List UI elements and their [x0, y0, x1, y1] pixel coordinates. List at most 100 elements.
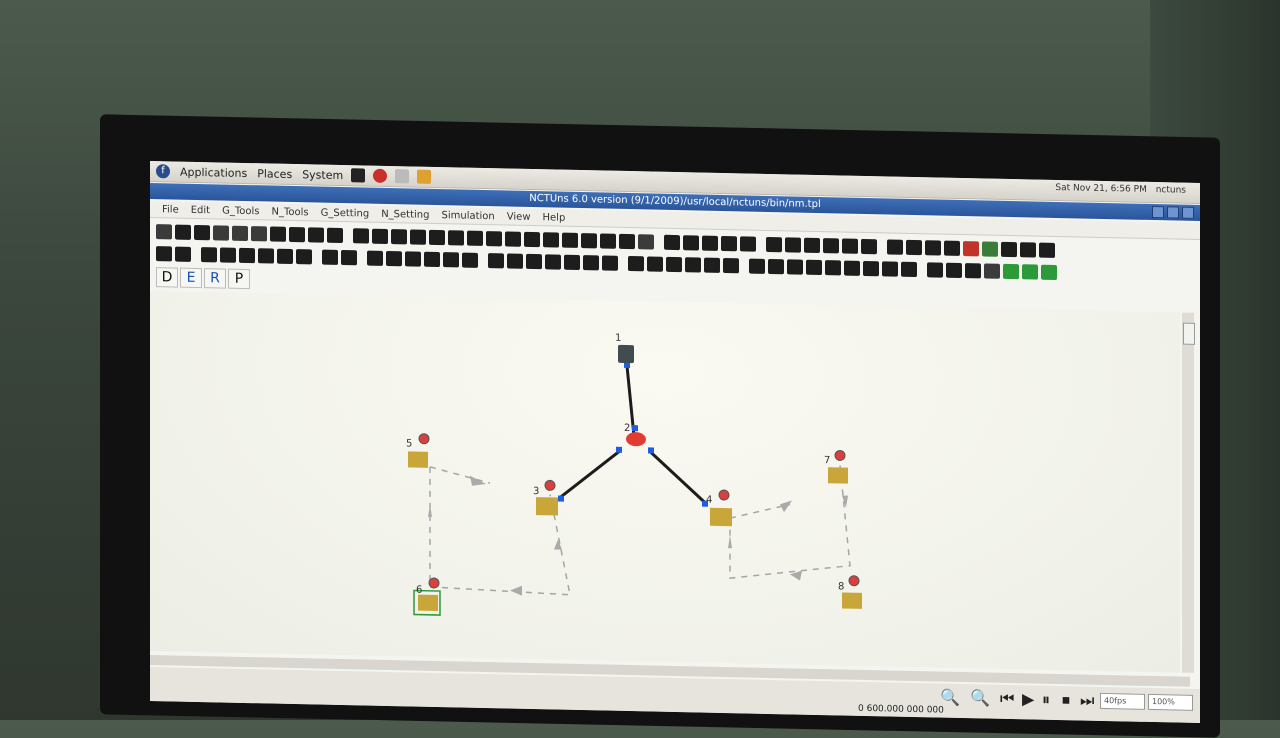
- zoom-field[interactable]: 100%: [1148, 693, 1193, 711]
- menu-file[interactable]: File: [162, 204, 179, 215]
- zoom-out-icon[interactable]: 🔍: [970, 688, 990, 707]
- device-v-icon[interactable]: [583, 254, 599, 270]
- gprs-tool-icon[interactable]: [410, 228, 426, 245]
- router-tool-icon[interactable]: [308, 226, 324, 243]
- device-w-icon[interactable]: [602, 254, 618, 271]
- gw-tool-icon[interactable]: [600, 232, 616, 249]
- device-d-icon[interactable]: [220, 246, 236, 263]
- close-icon[interactable]: [1182, 206, 1194, 219]
- device-l-icon[interactable]: [386, 250, 402, 266]
- device-t-icon[interactable]: [545, 253, 561, 270]
- wlan-tool-icon[interactable]: [353, 227, 369, 244]
- device-c-icon[interactable]: [201, 246, 217, 262]
- menu-g-setting[interactable]: G_Setting: [321, 207, 370, 219]
- device-af-icon[interactable]: [787, 258, 803, 275]
- device-b-icon[interactable]: [175, 246, 191, 262]
- optical-tool-icon[interactable]: [429, 229, 445, 245]
- group-n-icon[interactable]: [925, 239, 941, 256]
- menu-n-tools[interactable]: N_Tools: [272, 206, 309, 218]
- link-tool-icon[interactable]: [251, 225, 267, 241]
- device-aa-icon[interactable]: [685, 256, 701, 273]
- speed-field[interactable]: 40fps: [1100, 692, 1145, 710]
- node-3-ap[interactable]: 3: [533, 479, 558, 516]
- switch-tool-icon[interactable]: [327, 227, 343, 243]
- vehicle-tool-icon[interactable]: [505, 230, 521, 247]
- node-1-host[interactable]: 1: [615, 333, 634, 364]
- zoom-fit-icon[interactable]: [1041, 264, 1057, 280]
- device-f-icon[interactable]: [258, 247, 274, 264]
- places-menu[interactable]: Places: [257, 167, 292, 181]
- device-p-icon[interactable]: [462, 252, 478, 268]
- group-a-icon[interactable]: [664, 234, 680, 250]
- vertical-scroll-thumb[interactable]: [1183, 322, 1195, 345]
- satellite-tool-icon[interactable]: [467, 230, 483, 246]
- link-2-4[interactable]: [648, 450, 707, 504]
- hub-tool-icon[interactable]: [270, 226, 286, 242]
- skip-forward-icon[interactable]: ⏭: [1080, 690, 1094, 710]
- obstacle-tool-icon[interactable]: [619, 233, 635, 249]
- device-ao-icon[interactable]: [965, 262, 981, 278]
- menu-edit[interactable]: Edit: [191, 204, 210, 215]
- device-k-icon[interactable]: [367, 250, 383, 266]
- device-ag-icon[interactable]: [806, 259, 822, 275]
- device-g-icon[interactable]: [277, 248, 293, 264]
- menu-g-tools[interactable]: G_Tools: [222, 205, 259, 217]
- mail-launcher-icon[interactable]: [395, 169, 410, 184]
- menu-view[interactable]: View: [507, 211, 531, 222]
- mobile-tool-icon[interactable]: [391, 228, 407, 244]
- applications-menu[interactable]: Applications: [180, 165, 247, 179]
- mode-draw-button[interactable]: D: [156, 267, 178, 288]
- group-q-icon[interactable]: [1020, 241, 1036, 258]
- menu-help[interactable]: Help: [543, 212, 566, 223]
- device-ah-icon[interactable]: [825, 259, 841, 275]
- device-o-icon[interactable]: [443, 251, 459, 267]
- group-j-icon[interactable]: [842, 237, 858, 254]
- zoom-in-icon[interactable]: [1003, 263, 1019, 279]
- device-j-icon[interactable]: [341, 249, 357, 265]
- topology-canvas[interactable]: 1 2 3 4 5 6 7 8: [150, 291, 1180, 673]
- group-r-icon[interactable]: [1039, 242, 1055, 258]
- device-aj-icon[interactable]: [863, 260, 879, 276]
- plus-tool-icon[interactable]: [638, 233, 654, 250]
- node-8-mobile[interactable]: 8: [838, 575, 862, 609]
- device-x-icon[interactable]: [628, 255, 644, 271]
- group-d-icon[interactable]: [721, 235, 737, 251]
- wimax-tool-icon[interactable]: [448, 229, 464, 246]
- vertical-scrollbar[interactable]: [1182, 312, 1195, 673]
- group-i-icon[interactable]: [823, 237, 839, 253]
- device-i-icon[interactable]: [322, 249, 338, 265]
- device-r-icon[interactable]: [507, 252, 523, 269]
- pause-icon[interactable]: ⏸: [1042, 690, 1050, 710]
- node-7-mobile[interactable]: 7: [824, 449, 848, 484]
- device-an-icon[interactable]: [946, 262, 962, 278]
- play-icon[interactable]: ▶: [1022, 689, 1034, 708]
- menu-simulation[interactable]: Simulation: [441, 210, 494, 222]
- lte-tool-icon[interactable]: [543, 231, 559, 248]
- link-2-3[interactable]: [559, 449, 621, 499]
- group-m-icon[interactable]: [906, 239, 922, 255]
- device-ae-icon[interactable]: [768, 258, 784, 274]
- refresh-icon[interactable]: [963, 240, 979, 256]
- system-menu[interactable]: System: [302, 168, 343, 182]
- device-ai-icon[interactable]: [844, 260, 860, 276]
- stop-icon[interactable]: ⏹: [1062, 690, 1070, 710]
- pointer-tool-icon[interactable]: [156, 223, 172, 239]
- device-a-icon[interactable]: [156, 245, 172, 261]
- device-n-icon[interactable]: [424, 251, 440, 267]
- device-q-icon[interactable]: [488, 252, 504, 268]
- group-k-icon[interactable]: [861, 238, 877, 254]
- device-ak-icon[interactable]: [882, 260, 898, 277]
- arrow-tool-icon[interactable]: [213, 224, 229, 241]
- group-b-icon[interactable]: [683, 234, 699, 251]
- group-e-icon[interactable]: [740, 235, 756, 252]
- bs-tool-icon[interactable]: [562, 232, 578, 248]
- group-o-icon[interactable]: [944, 240, 960, 256]
- node-4-ap[interactable]: 4: [706, 489, 732, 527]
- device-y-icon[interactable]: [647, 255, 663, 272]
- fedora-logo-icon[interactable]: f: [156, 164, 170, 179]
- car-tool-icon[interactable]: [524, 231, 540, 247]
- skip-back-icon[interactable]: ⏮: [1000, 689, 1014, 709]
- zoom-out-icon[interactable]: [1022, 263, 1038, 280]
- device-ab-icon[interactable]: [704, 257, 720, 273]
- pencil-icon[interactable]: [984, 262, 1000, 279]
